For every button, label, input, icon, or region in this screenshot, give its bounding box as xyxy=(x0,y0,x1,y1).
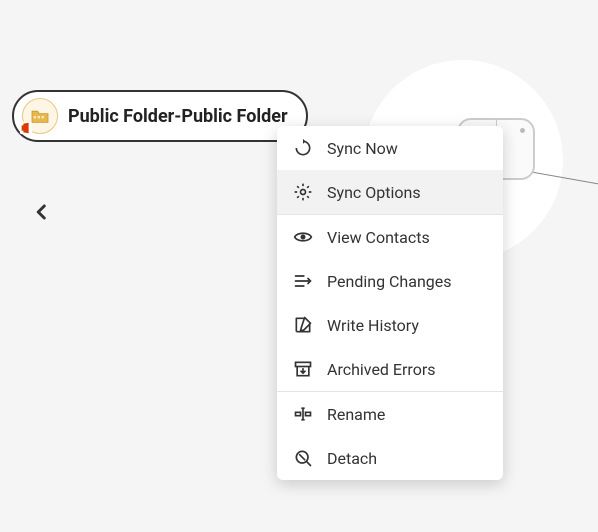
menu-item-rename[interactable]: Rename xyxy=(277,392,503,436)
archive-icon xyxy=(293,359,313,379)
menu-item-label: View Contacts xyxy=(327,228,430,247)
menu-item-detach[interactable]: Detach xyxy=(277,436,503,480)
edit-icon xyxy=(293,315,313,335)
menu-item-write-history[interactable]: Write History xyxy=(277,303,503,347)
menu-item-label: Pending Changes xyxy=(327,272,452,291)
menu-item-archived-errors[interactable]: Archived Errors xyxy=(277,347,503,391)
eye-icon xyxy=(293,227,313,247)
context-menu: Sync Now Sync Options View Contacts Pend… xyxy=(277,126,503,480)
folder-chip[interactable]: Public Folder-Public Folder xyxy=(12,90,308,142)
back-button[interactable] xyxy=(30,200,54,224)
refresh-icon xyxy=(293,138,313,158)
menu-item-label: Detach xyxy=(327,449,377,468)
office-icon xyxy=(19,121,33,135)
menu-item-view-contacts[interactable]: View Contacts xyxy=(277,215,503,259)
menu-item-label: Sync Now xyxy=(327,139,398,158)
menu-item-label: Write History xyxy=(327,316,419,335)
gear-icon xyxy=(293,182,313,202)
list-arrow-icon xyxy=(293,271,313,291)
menu-item-label: Archived Errors xyxy=(327,360,436,379)
menu-item-pending-changes[interactable]: Pending Changes xyxy=(277,259,503,303)
detach-icon xyxy=(293,448,313,468)
folder-label: Public Folder-Public Folder xyxy=(68,106,288,127)
folder-icon xyxy=(22,98,58,134)
menu-item-label: Sync Options xyxy=(327,183,421,202)
menu-item-label: Rename xyxy=(327,405,385,424)
menu-item-sync-now[interactable]: Sync Now xyxy=(277,126,503,170)
menu-item-sync-options[interactable]: Sync Options xyxy=(277,170,503,214)
rename-icon xyxy=(293,404,313,424)
